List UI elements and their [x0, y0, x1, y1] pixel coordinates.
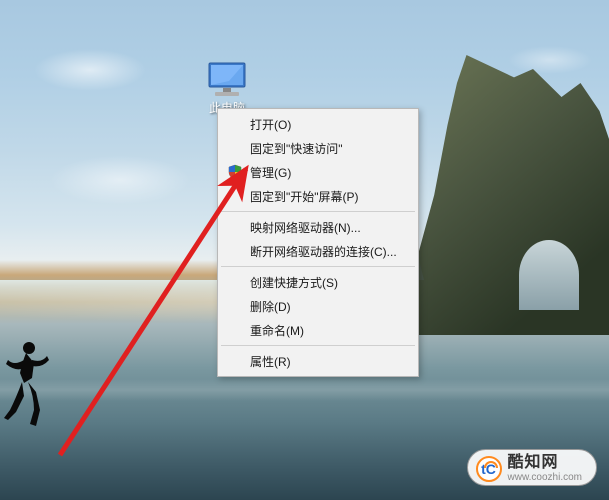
menu-item-rename[interactable]: 重命名(M) [220, 318, 416, 342]
menu-item-map-drive[interactable]: 映射网络驱动器(N)... [220, 215, 416, 239]
menu-item-label: 固定到"快速访问" [250, 140, 343, 157]
menu-item-disconnect-drive[interactable]: 断开网络驱动器的连接(C)... [220, 239, 416, 263]
watermark: tC 酷知网 www.coozhi.com [467, 449, 597, 486]
menu-item-label: 属性(R) [250, 353, 291, 370]
watermark-name: 酷知网 [508, 454, 582, 472]
menu-separator [221, 345, 415, 346]
menu-item-label: 固定到"开始"屏幕(P) [250, 188, 359, 205]
runner-silhouette [2, 338, 52, 428]
shield-icon [227, 164, 243, 180]
menu-item-pin-quick-access[interactable]: 固定到"快速访问" [220, 136, 416, 160]
menu-item-label: 打开(O) [250, 116, 291, 133]
menu-item-delete[interactable]: 删除(D) [220, 294, 416, 318]
watermark-url: www.coozhi.com [508, 472, 582, 483]
menu-item-label: 断开网络驱动器的连接(C)... [250, 243, 397, 260]
watermark-logo-icon: tC [476, 456, 502, 482]
menu-separator [221, 211, 415, 212]
menu-item-pin-start[interactable]: 固定到"开始"屏幕(P) [220, 184, 416, 208]
menu-item-create-shortcut[interactable]: 创建快捷方式(S) [220, 270, 416, 294]
computer-icon [205, 61, 249, 97]
menu-item-label: 重命名(M) [250, 322, 304, 339]
menu-item-label: 删除(D) [250, 298, 291, 315]
menu-item-open[interactable]: 打开(O) [220, 112, 416, 136]
menu-item-label: 创建快捷方式(S) [250, 274, 338, 291]
menu-item-properties[interactable]: 属性(R) [220, 349, 416, 373]
menu-item-label: 映射网络驱动器(N)... [250, 219, 361, 236]
menu-item-label: 管理(G) [250, 164, 291, 181]
menu-separator [221, 266, 415, 267]
context-menu: 打开(O) 固定到"快速访问" 管理(G) 固定到"开始"屏幕(P) 映射网络驱… [217, 108, 419, 377]
menu-item-manage[interactable]: 管理(G) [220, 160, 416, 184]
